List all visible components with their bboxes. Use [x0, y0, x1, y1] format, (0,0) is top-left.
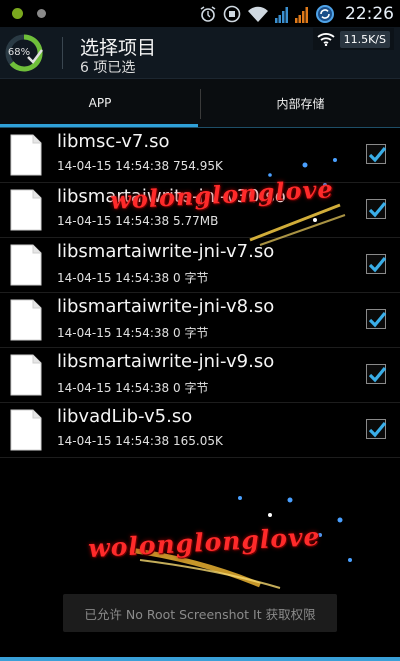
file-icon	[10, 354, 42, 396]
action-bar: 68% 选择项目 6 项已选 11.5K/S	[0, 27, 400, 79]
tab-app[interactable]: APP	[0, 79, 200, 127]
list-item[interactable]: libsmartaiwrite-jni-v8.so 14-04-15 14:54…	[0, 293, 400, 348]
list-item[interactable]: libvadLib-v5.so 14-04-15 14:54:38 165.05…	[0, 403, 400, 458]
file-icon	[10, 244, 42, 286]
selection-checkbox[interactable]	[366, 144, 387, 164]
bottom-accent-line	[0, 657, 400, 661]
wifi-icon	[316, 33, 335, 46]
file-name: libvadLib-v5.so	[57, 406, 193, 427]
battery-percent: 68%	[7, 47, 31, 58]
checkmark-icon	[368, 146, 387, 163]
file-meta: 14-04-15 14:54:38 0 字节	[57, 326, 209, 340]
signal-icon	[275, 7, 288, 23]
selection-checkbox[interactable]	[366, 309, 387, 329]
selection-checkbox[interactable]	[366, 199, 387, 219]
file-icon	[10, 299, 42, 341]
clock: 22:26	[345, 4, 394, 24]
file-meta: 14-04-15 14:54:38 0 字节	[57, 381, 209, 395]
notification-dot-icon	[37, 9, 46, 18]
file-icon	[10, 134, 42, 176]
wifi-icon	[248, 6, 268, 22]
file-list: libmsc-v7.so 14-04-15 14:54:38 754.95K l…	[0, 128, 400, 458]
file-icon	[10, 189, 42, 231]
file-icon	[10, 409, 42, 451]
selection-checkbox[interactable]	[366, 254, 387, 274]
sparkle-decoration	[129, 496, 352, 589]
list-item[interactable]: libmsc-v7.so 14-04-15 14:54:38 754.95K	[0, 128, 400, 183]
file-meta: 14-04-15 14:54:38 5.77MB	[57, 214, 219, 228]
file-meta: 14-04-15 14:54:38 754.95K	[57, 159, 223, 173]
toast-message: 已允许 No Root Screenshot It 获取权限	[63, 594, 337, 632]
file-name: libsmartaiwrite-jni-v9.so	[57, 351, 275, 372]
network-speed: 11.5K/S	[339, 30, 390, 48]
sync-icon	[223, 5, 241, 23]
signal-icon	[295, 7, 308, 23]
file-name: libsmartaiwrite-jni-v7.so	[57, 241, 275, 262]
tab-bar: APP 内部存储	[0, 79, 400, 127]
checkmark-icon	[368, 366, 387, 383]
checkmark-icon	[368, 201, 387, 218]
tab-internal-storage[interactable]: 内部存储	[201, 79, 400, 127]
file-name: libmsc-v7.so	[57, 131, 170, 152]
page-title: 选择项目	[80, 37, 157, 59]
network-speed-badge: 11.5K/S	[312, 28, 394, 50]
list-item[interactable]: libsmartaiwrite-jni-v9.so 14-04-15 14:54…	[0, 348, 400, 403]
file-meta: 14-04-15 14:54:38 165.05K	[57, 434, 223, 448]
watermark-text: wolonglonglove	[87, 521, 322, 564]
file-name: libsmartaiwrite-jni-v30.so	[57, 186, 286, 207]
sync-ring-icon	[316, 5, 334, 23]
checkmark-icon	[368, 256, 387, 273]
selection-count: 6 项已选	[80, 60, 136, 76]
clover-icon	[12, 8, 23, 19]
checkmark-icon	[368, 311, 387, 328]
file-name: libsmartaiwrite-jni-v8.so	[57, 296, 275, 317]
selection-checkbox[interactable]	[366, 364, 387, 384]
list-item[interactable]: libsmartaiwrite-jni-v7.so 14-04-15 14:54…	[0, 238, 400, 293]
list-item[interactable]: libsmartaiwrite-jni-v30.so 14-04-15 14:5…	[0, 183, 400, 238]
alarm-icon	[200, 6, 216, 22]
selection-checkbox[interactable]	[366, 419, 387, 439]
checkmark-icon	[368, 421, 387, 438]
file-meta: 14-04-15 14:54:38 0 字节	[57, 271, 209, 285]
header-divider	[62, 37, 63, 69]
status-bar: 22:26	[0, 0, 400, 27]
